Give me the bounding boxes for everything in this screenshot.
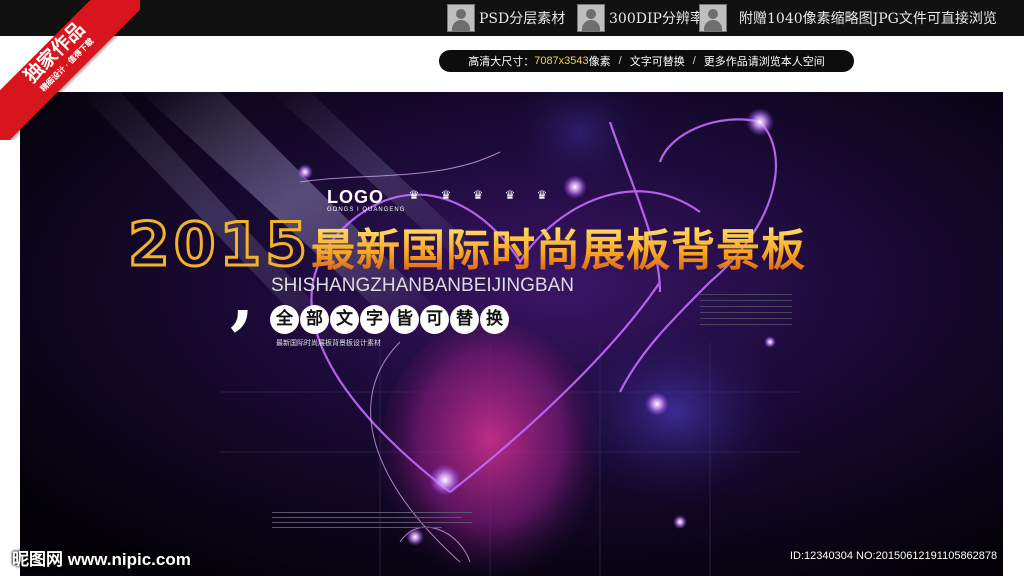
decorative-comma: , <box>230 255 255 338</box>
user-avatar-icon <box>699 4 727 32</box>
separator: / <box>618 55 622 67</box>
title-text: 最新国际时尚展板背景板 <box>311 225 806 276</box>
crown-icon: ♛ <box>408 188 420 202</box>
user-avatar-icon <box>447 4 475 32</box>
site-name: 昵图网 <box>12 550 63 570</box>
info-bar: 高清大尺寸： 7087x3543 像素 / 文字可替换 / 更多作品请浏览本人空… <box>439 50 854 72</box>
size-suffix: 像素 <box>588 56 611 68</box>
crown-icon: ♛ <box>504 188 516 202</box>
circle-char: 皆 <box>390 305 419 334</box>
logo-text: LOGO <box>327 187 384 207</box>
feature-dpi-label: 300DIP分辨率 <box>609 11 704 27</box>
crown-icon: ♛ <box>440 188 452 202</box>
circle-text-row: 全 部 文 字 皆 可 替 换 <box>270 305 510 334</box>
user-avatar-icon <box>577 4 605 32</box>
poster-background-art <box>20 92 1003 576</box>
exclusive-badge: 独家作品 精细设计 · 值得下载 <box>0 0 140 140</box>
feature-thumbnail-label: 附赠1040像素缩略图JPG文件可直接浏览 <box>739 11 997 27</box>
placeholder-text-lines-bottom <box>272 512 472 532</box>
circle-char: 全 <box>270 305 299 334</box>
image-id-watermark: ID:12340304 NO:20150612191105862878 <box>790 550 998 562</box>
circle-char: 部 <box>300 305 329 334</box>
placeholder-text-lines <box>700 294 792 330</box>
circle-char: 换 <box>480 305 509 334</box>
more-works-link[interactable]: 更多作品请浏览本人空间 <box>704 53 825 69</box>
site-watermark: 昵图网 www.nipic.com <box>12 545 191 570</box>
feature-dpi: 300DIP分辨率 <box>577 4 704 32</box>
crown-icon: ♛ <box>472 188 484 202</box>
title-year: 2015 <box>127 209 311 282</box>
crown-badges: ♛ ♛ ♛ ♛ ♛ <box>400 188 560 202</box>
feature-psd: PSD分层素材 <box>447 4 566 32</box>
site-url[interactable]: www.nipic.com <box>68 550 191 569</box>
separator: / <box>692 55 696 67</box>
corner-ribbon: 独家作品 精细设计 · 值得下载 <box>0 0 140 140</box>
circle-char: 可 <box>420 305 449 334</box>
text-replaceable-note: 文字可替换 <box>629 56 685 68</box>
poster-preview: LOGO GONGS I QUANGENG ♛ ♛ ♛ ♛ ♛ 2015最新国际… <box>20 92 1003 576</box>
size-value: 7087x3543 <box>534 55 589 67</box>
circle-char: 替 <box>450 305 479 334</box>
crown-icon: ♛ <box>536 188 548 202</box>
poster-description: 最新国际时尚展板背景板设计素材 <box>276 340 381 347</box>
feature-thumbnail: 附赠1040像素缩略图JPG文件可直接浏览 <box>699 4 997 32</box>
feature-psd-label: PSD分层素材 <box>479 11 566 27</box>
circle-char: 文 <box>330 305 359 334</box>
size-prefix: 高清大尺寸： <box>468 56 535 68</box>
circle-char: 字 <box>360 305 389 334</box>
title-pinyin: SHISHANGZHANBANBEIJINGBAN <box>271 275 574 296</box>
